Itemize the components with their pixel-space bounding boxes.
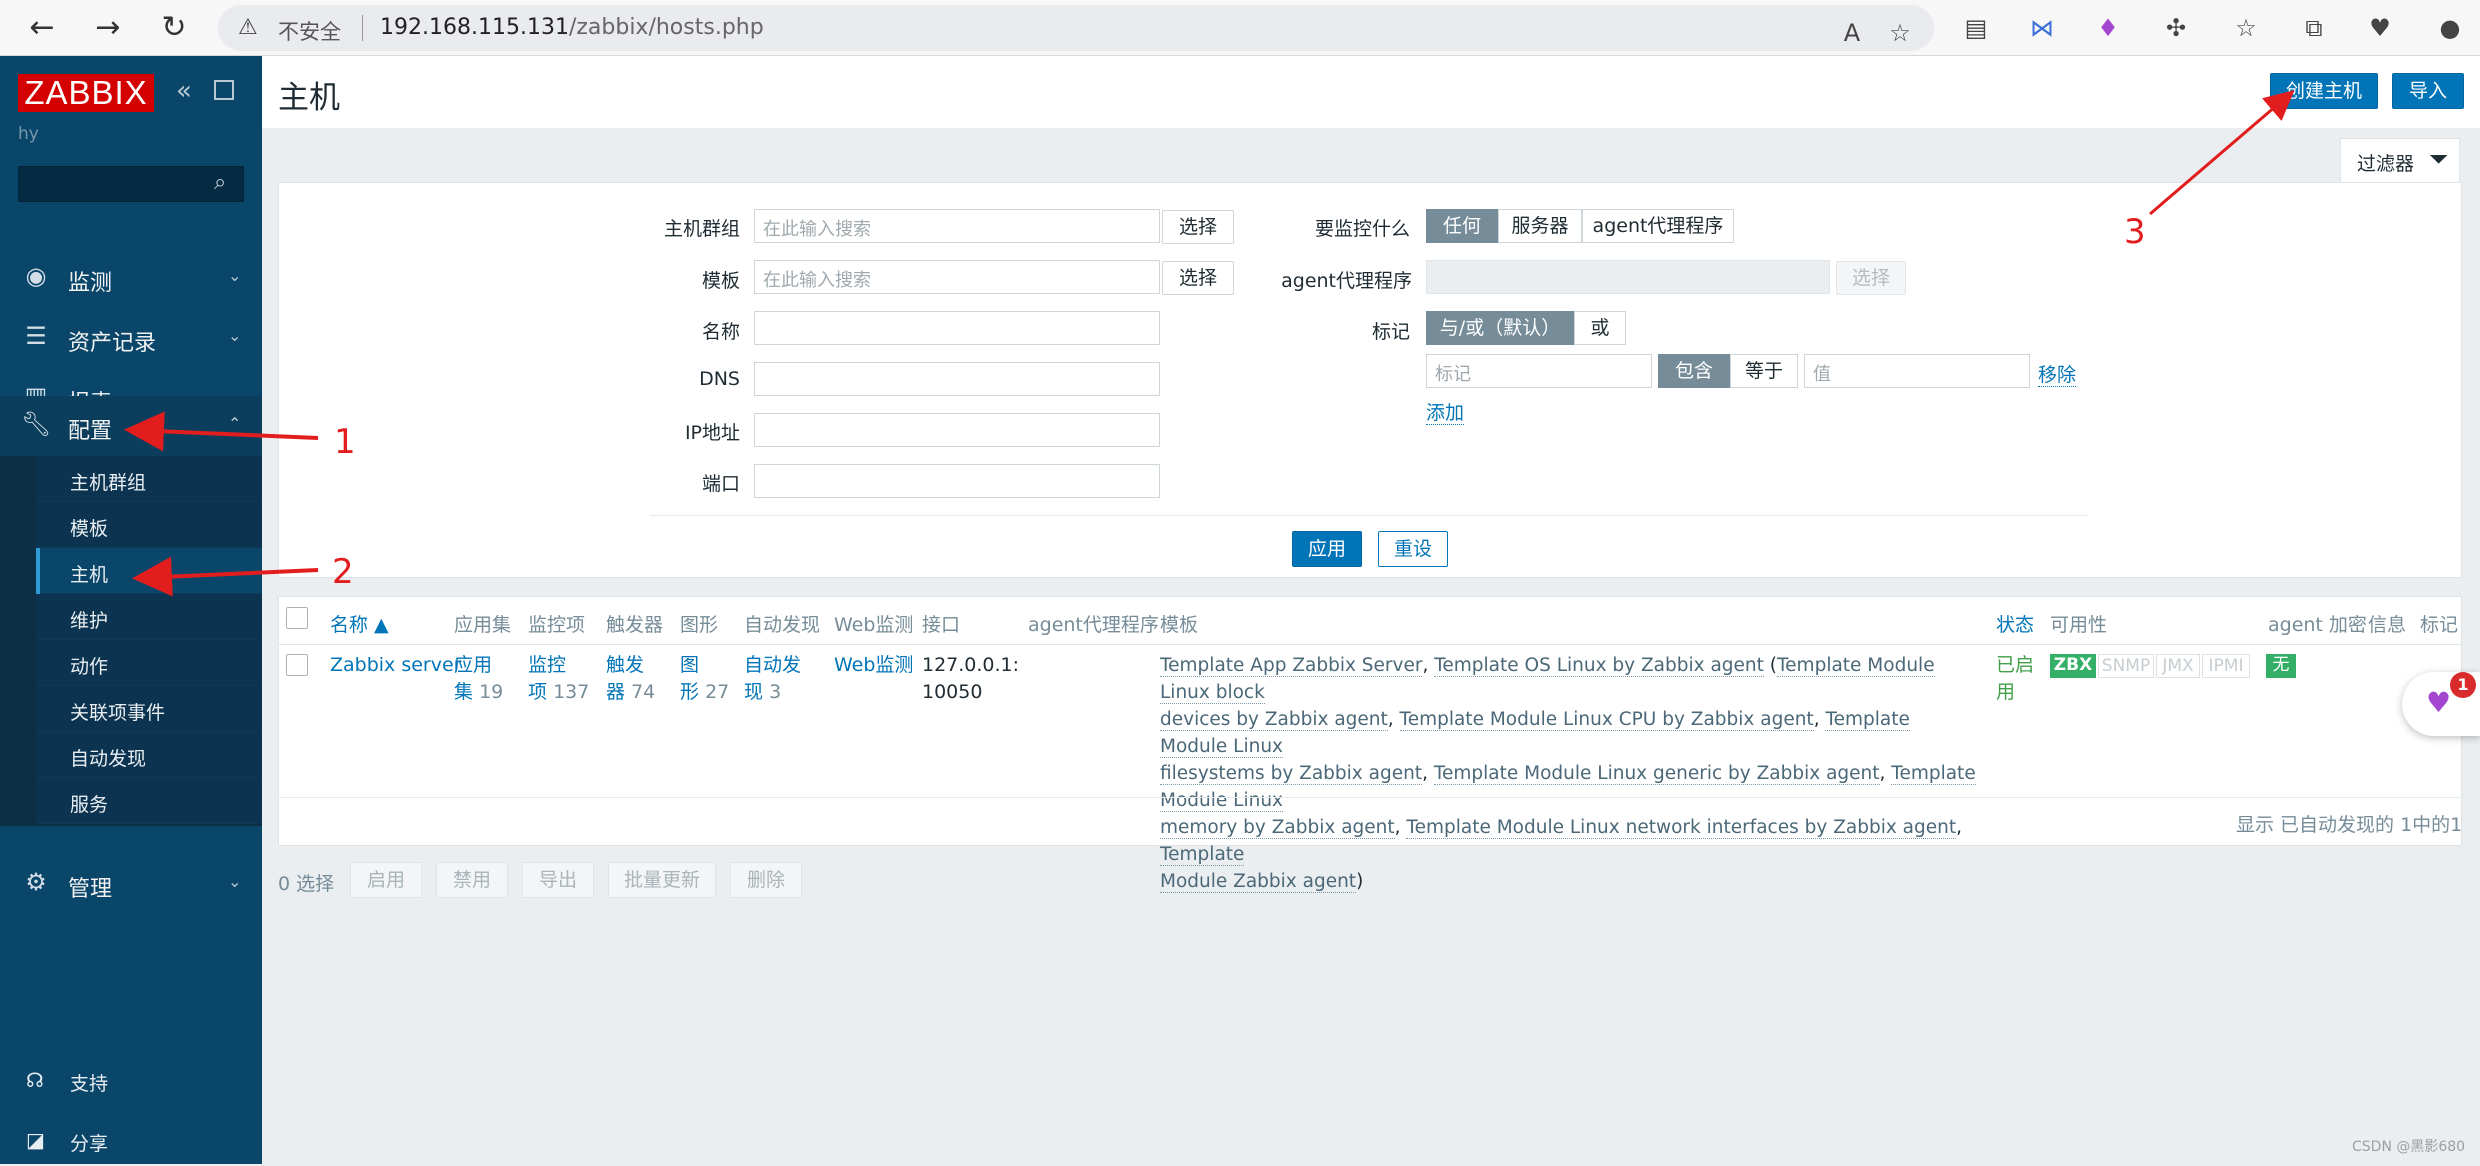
watermark: CSDN @黑影680 — [2352, 1139, 2466, 1155]
annotation-arrow-1 — [124, 411, 319, 452]
annotation-label-3: 3 — [2124, 212, 2146, 252]
annotation-arrows — [124, 90, 2295, 597]
annotation-label-1: 1 — [334, 422, 356, 462]
annotation-arrow-3 — [2149, 90, 2295, 216]
annotation-arrow-2 — [132, 556, 319, 597]
annotation-label-2: 2 — [332, 552, 354, 592]
